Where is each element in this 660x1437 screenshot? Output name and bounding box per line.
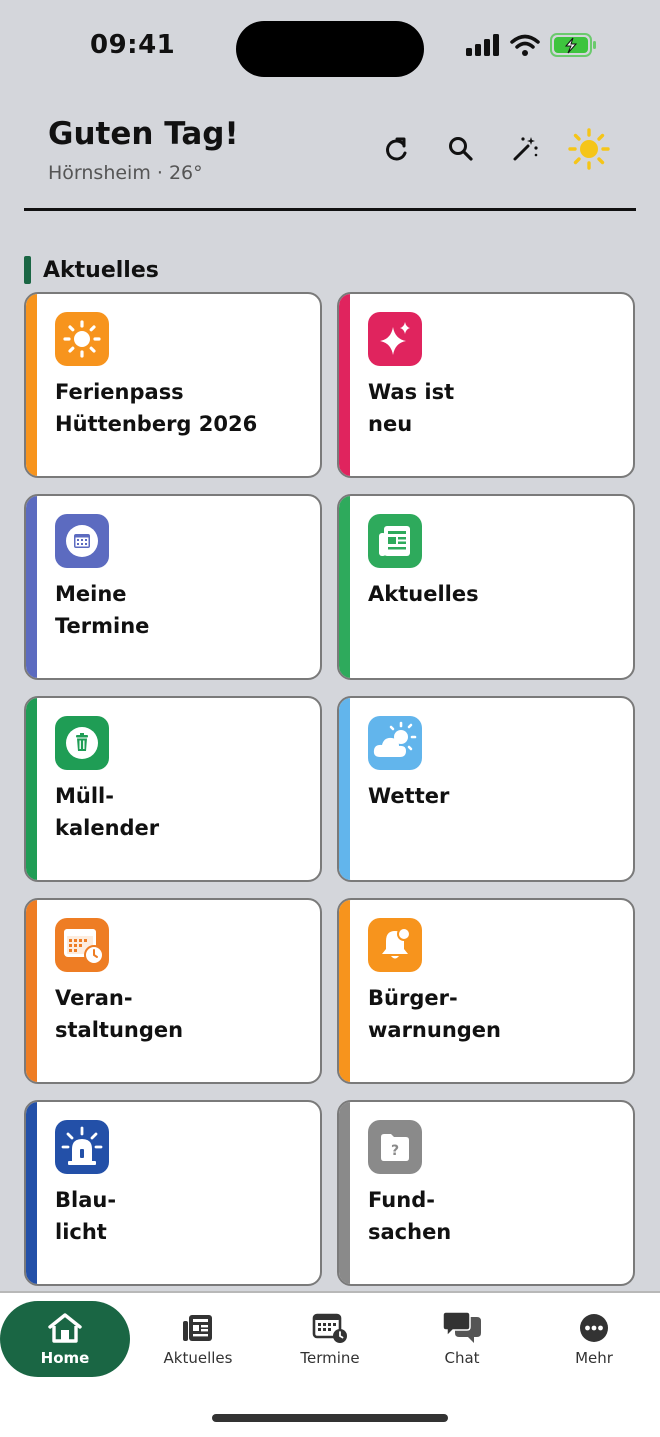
nav-termine-label: Termine [300, 1349, 360, 1367]
refresh-icon [386, 137, 407, 161]
nav-chat[interactable]: Chat [397, 1301, 527, 1377]
tile-label: Blau- licht [55, 1188, 117, 1244]
tile-aktuelles[interactable]: Aktuelles [337, 494, 635, 680]
sun-icon [55, 312, 109, 366]
magic-wand-icon [513, 137, 538, 161]
cellular-signal-icon [466, 34, 500, 60]
tile-ferienpass[interactable]: Ferienpass Hüttenberg 2026 [24, 292, 322, 478]
tile-accent [339, 1102, 350, 1284]
nav-home-label: Home [40, 1349, 90, 1367]
tile-accent [26, 496, 37, 678]
section-accent-bar [24, 256, 31, 284]
tile-accent [339, 900, 350, 1082]
theme-toggle-button[interactable] [568, 128, 610, 170]
status-icons [466, 33, 598, 61]
tile-accent [26, 1102, 37, 1284]
section-title: Aktuelles [43, 257, 159, 283]
nav-home[interactable]: Home [0, 1301, 130, 1377]
header: Guten Tag! Hörnsheim · 26° [24, 112, 636, 211]
home-indicator[interactable] [212, 1414, 448, 1422]
calendar-clock-icon [312, 1311, 348, 1345]
tile-muellkalender[interactable]: Müll- kalender [24, 696, 322, 882]
lost-found-icon: ? [368, 1120, 422, 1174]
sun-icon [568, 128, 610, 170]
tile-accent [26, 698, 37, 880]
dynamic-island [236, 21, 424, 77]
tile-veranstaltungen[interactable]: Veran- staltungen [24, 898, 322, 1084]
tile-label: Ferienpass Hüttenberg 2026 [55, 380, 258, 436]
tile-meine-termine[interactable]: Meine Termine [24, 494, 322, 680]
chat-icon [441, 1311, 483, 1345]
refresh-button[interactable] [376, 128, 418, 170]
home-icon [47, 1311, 83, 1345]
nav-termine[interactable]: Termine [265, 1301, 395, 1377]
news-icon [182, 1311, 214, 1345]
search-icon [449, 137, 473, 161]
tile-accent [339, 496, 350, 678]
nav-aktuelles[interactable]: Aktuelles [133, 1301, 263, 1377]
search-button[interactable] [440, 128, 482, 170]
nav-mehr-label: Mehr [575, 1349, 613, 1367]
section-heading: Aktuelles [24, 256, 159, 284]
event-calendar-icon [55, 918, 109, 972]
sparkles-icon [368, 312, 422, 366]
newspaper-icon [368, 514, 422, 568]
location-temperature: Hörnsheim · 26° [48, 162, 203, 184]
greeting-title: Guten Tag! [48, 116, 239, 152]
nav-chat-label: Chat [444, 1349, 480, 1367]
tile-accent [339, 698, 350, 880]
tile-buergerwarnungen[interactable]: Bürger- warnungen [337, 898, 635, 1084]
svg-text:?: ? [391, 1143, 399, 1159]
magic-wand-button[interactable] [504, 128, 546, 170]
tile-accent [26, 294, 37, 476]
tile-label: Was ist neu [368, 380, 455, 436]
battery-charging-icon [550, 33, 598, 61]
tile-label: Fund- sachen [368, 1188, 452, 1244]
wifi-icon [510, 34, 540, 60]
tile-was-ist-neu[interactable]: Was ist neu [337, 292, 635, 478]
tile-label: Aktuelles [368, 582, 479, 606]
tile-wetter[interactable]: Wetter [337, 696, 635, 882]
cloud-sun-icon [368, 716, 422, 770]
trash-icon [55, 716, 109, 770]
tile-label: Wetter [368, 784, 450, 808]
tile-fundsachen[interactable]: ? Fund- sachen [337, 1100, 635, 1286]
status-time: 09:41 [90, 30, 176, 60]
tile-label: Müll- kalender [55, 784, 160, 840]
tile-label: Veran- staltungen [55, 986, 184, 1042]
tile-accent [26, 900, 37, 1082]
header-actions [376, 128, 610, 170]
tile-accent [339, 294, 350, 476]
tile-label: Bürger- warnungen [368, 986, 502, 1042]
more-icon [578, 1311, 610, 1345]
calendar-icon [55, 514, 109, 568]
tile-label: Meine Termine [55, 582, 150, 638]
nav-aktuelles-label: Aktuelles [163, 1349, 233, 1367]
status-bar: 09:41 [0, 0, 660, 100]
tile-blaulicht[interactable]: Blau- licht [24, 1100, 322, 1286]
bell-icon [368, 918, 422, 972]
siren-icon [55, 1120, 109, 1174]
nav-mehr[interactable]: Mehr [529, 1301, 659, 1377]
